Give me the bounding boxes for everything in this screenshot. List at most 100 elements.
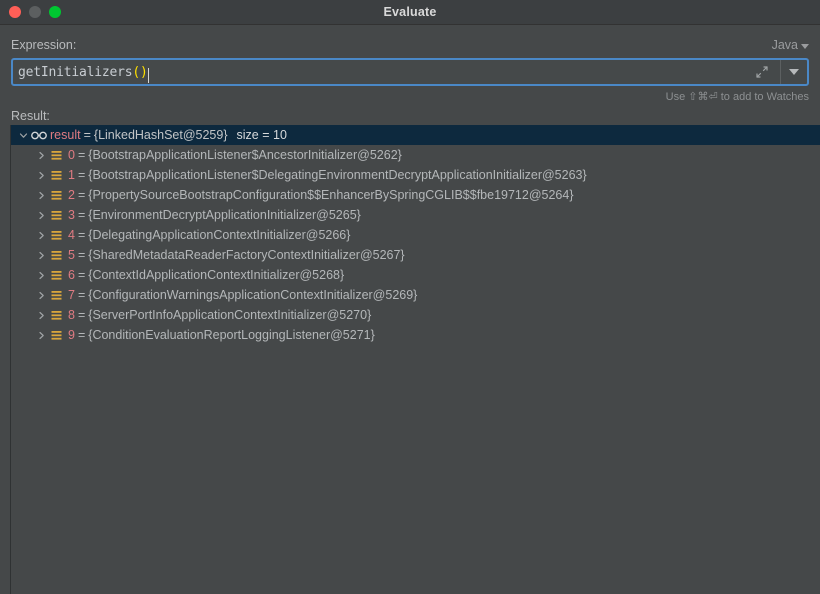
tree-node-equals: =: [77, 328, 86, 342]
tree-node-name: 0: [68, 148, 75, 162]
chevron-right-icon: [38, 211, 44, 219]
tree-node-name: 3: [68, 208, 75, 222]
tree-node-value: {SharedMetadataReaderFactoryContextIniti…: [88, 248, 405, 262]
tree-row-3[interactable]: 3 = {EnvironmentDecryptApplicationInitia…: [11, 205, 820, 225]
collapsed-twisty-icon[interactable]: [33, 291, 49, 300]
tree-node-equals: =: [77, 168, 86, 182]
expression-input[interactable]: getInitializers(): [13, 60, 744, 84]
tree-node-name: 4: [68, 228, 75, 242]
list-icon: [49, 150, 63, 161]
tree-node-equals: =: [77, 148, 86, 162]
tree-node-equals: =: [77, 208, 86, 222]
list-icon: [49, 290, 63, 301]
glasses-icon: [31, 131, 47, 140]
tree-row-9[interactable]: 9 = {ConditionEvaluationReportLoggingLis…: [11, 325, 820, 345]
tree-node-equals: =: [77, 248, 86, 262]
chevron-right-icon: [38, 291, 44, 299]
collapsed-twisty-icon[interactable]: [33, 251, 49, 260]
tree-node-equals: =: [77, 268, 86, 282]
collapsed-twisty-icon[interactable]: [33, 211, 49, 220]
collapsed-twisty-icon[interactable]: [33, 231, 49, 240]
tree-node-name: result: [50, 128, 81, 142]
chevron-right-icon: [38, 151, 44, 159]
tree-node-name: 5: [68, 248, 75, 262]
tree-row-0[interactable]: 0 = {BootstrapApplicationListener$Ancest…: [11, 145, 820, 165]
expression-history-button[interactable]: [780, 60, 807, 84]
minimize-button[interactable]: [29, 6, 41, 18]
expression-code-text: getInitializers: [18, 64, 133, 80]
chevron-right-icon: [38, 311, 44, 319]
close-button[interactable]: [9, 6, 21, 18]
tree-node-value: {ServerPortInfoApplicationContextInitial…: [88, 308, 372, 322]
collapsed-twisty-icon[interactable]: [33, 151, 49, 160]
tree-node-value: {ConfigurationWarningsApplicationContext…: [88, 288, 418, 302]
list-icon: [49, 210, 63, 221]
collapsed-twisty-icon[interactable]: [33, 171, 49, 180]
tree-node-value: {EnvironmentDecryptApplicationInitialize…: [88, 208, 361, 222]
tree-node-name: 2: [68, 188, 75, 202]
chevron-right-icon: [38, 191, 44, 199]
tree-row-2[interactable]: 2 = {PropertySourceBootstrapConfiguratio…: [11, 185, 820, 205]
tree-node-value: {BootstrapApplicationListener$Delegating…: [88, 168, 587, 182]
expression-field[interactable]: getInitializers(): [11, 58, 809, 86]
chevron-right-icon: [38, 251, 44, 259]
collapsed-twisty-icon[interactable]: [33, 331, 49, 340]
tree-row-7[interactable]: 7 = {ConfigurationWarningsApplicationCon…: [11, 285, 820, 305]
watches-hint: Use ⇧⌘⏎ to add to Watches: [665, 91, 809, 103]
tree-row-6[interactable]: 6 = {ContextIdApplicationContextInitiali…: [11, 265, 820, 285]
list-icon: [49, 270, 63, 281]
tree-node-name: 7: [68, 288, 75, 302]
chevron-down-icon: [801, 43, 809, 49]
expression-label: Expression:: [11, 38, 77, 52]
collapsed-twisty-icon[interactable]: [33, 271, 49, 280]
tree-row-5[interactable]: 5 = {SharedMetadataReaderFactoryContextI…: [11, 245, 820, 265]
expression-header: Expression: Java: [0, 35, 820, 55]
expression-code-parens: (): [132, 64, 148, 80]
chevron-right-icon: [38, 271, 44, 279]
tree-node-equals: =: [83, 128, 91, 142]
traffic-light-group: [0, 6, 61, 18]
collapsed-twisty-icon[interactable]: [33, 191, 49, 200]
tree-node-name: 1: [68, 168, 75, 182]
tree-children: 0 = {BootstrapApplicationListener$Ancest…: [11, 145, 820, 345]
evaluate-dialog: Evaluate Expression: Java getInitializer…: [0, 0, 820, 594]
chevron-down-icon: [19, 132, 27, 138]
chevron-down-icon: [789, 69, 799, 75]
tree-node-value: {DelegatingApplicationContextInitializer…: [88, 228, 351, 242]
tree-node-value: {BootstrapApplicationListener$AncestorIn…: [88, 148, 402, 162]
list-icon: [49, 310, 63, 321]
tree-node-equals: =: [77, 288, 86, 302]
tree-node-value: {PropertySourceBootstrapConfiguration$$E…: [88, 188, 574, 202]
tree-node-name: 8: [68, 308, 75, 322]
text-cursor: [147, 67, 149, 83]
expand-icon: [756, 66, 768, 78]
expression-code: getInitializers(): [18, 65, 148, 80]
tree-node-equals: =: [77, 228, 86, 242]
result-label: Result:: [11, 109, 50, 123]
language-label: Java: [771, 38, 798, 52]
tree-row-result[interactable]: result = {LinkedHashSet@5259} size = 10: [11, 125, 820, 145]
tree-row-1[interactable]: 1 = {BootstrapApplicationListener$Delega…: [11, 165, 820, 185]
window-title: Evaluate: [383, 5, 437, 19]
tree-node-value: {ContextIdApplicationContextInitializer@…: [88, 268, 345, 282]
tree-row-4[interactable]: 4 = {DelegatingApplicationContextInitial…: [11, 225, 820, 245]
list-icon: [49, 330, 63, 341]
chevron-right-icon: [38, 231, 44, 239]
tree-node-value: {LinkedHashSet@5259}: [93, 128, 228, 142]
tree-node-size: size = 10: [236, 128, 287, 142]
tree-node-equals: =: [77, 308, 86, 322]
zoom-button[interactable]: [49, 6, 61, 18]
title-bar: Evaluate: [0, 0, 820, 25]
tree-node-name: 9: [68, 328, 75, 342]
tree-node-value: {ConditionEvaluationReportLoggingListene…: [88, 328, 375, 342]
collapsed-twisty-icon[interactable]: [33, 311, 49, 320]
expand-editor-button[interactable]: [744, 60, 780, 84]
tree-row-8[interactable]: 8 = {ServerPortInfoApplicationContextIni…: [11, 305, 820, 325]
chevron-right-icon: [38, 331, 44, 339]
language-selector[interactable]: Java: [772, 38, 809, 52]
list-icon: [49, 250, 63, 261]
result-tree[interactable]: result = {LinkedHashSet@5259} size = 10 …: [10, 125, 820, 594]
list-icon: [49, 190, 63, 201]
list-icon: [49, 170, 63, 181]
expanded-twisty-icon[interactable]: [15, 131, 31, 140]
